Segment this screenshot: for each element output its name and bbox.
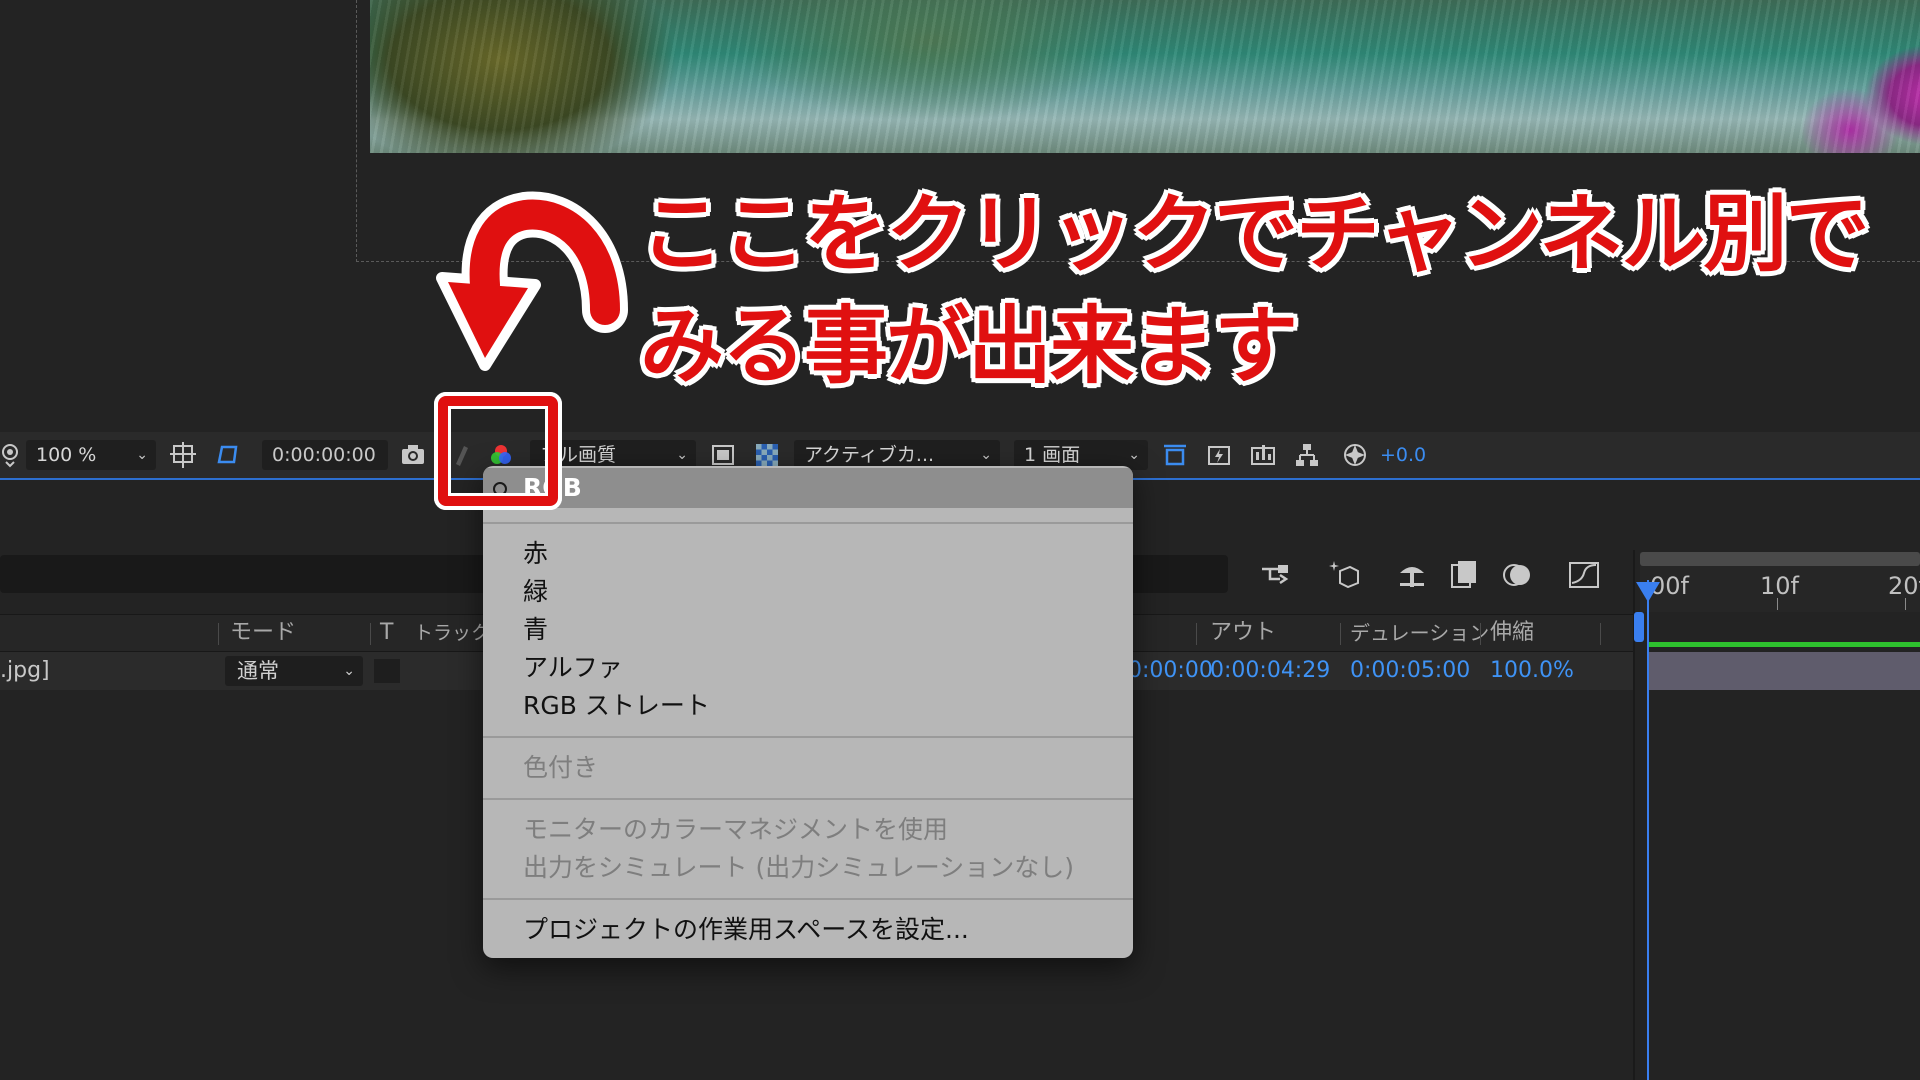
work-area-bar[interactable] <box>1647 642 1920 647</box>
chevron-down-icon: ⌄ <box>136 447 148 463</box>
view-layout-value: 1 画面 <box>1024 444 1081 466</box>
chevron-down-icon: ⌄ <box>343 663 355 679</box>
menu-separator <box>483 736 1133 738</box>
column-separator <box>218 623 219 645</box>
layer-in-time[interactable]: 0:00:00 <box>1128 652 1213 690</box>
ruler-tick <box>1905 598 1906 610</box>
toggle-pixel-aspect-icon[interactable] <box>1162 442 1188 468</box>
camera-snapshot-icon[interactable] <box>400 442 426 468</box>
layer-mode-select[interactable]: 通常 ⌄ <box>225 656 363 686</box>
draft-3d-icon[interactable] <box>1326 557 1362 593</box>
column-separator <box>1340 623 1341 645</box>
annotation-line-1: ここをクリックでチャンネル別で <box>640 185 1869 283</box>
fast-previews-icon[interactable] <box>1206 442 1232 468</box>
column-separator <box>1600 623 1601 645</box>
preserve-transparency-checkbox[interactable] <box>374 659 400 683</box>
annotation-line-2: みる事が出来ます <box>640 297 1298 395</box>
layer-stretch[interactable]: 100.0% <box>1490 652 1574 690</box>
column-t[interactable]: T <box>380 615 393 651</box>
channel-dropdown-menu: RGB 赤 緑 青 アルファ RGB ストレート 色付き モニターのカラーマネジ… <box>483 466 1133 958</box>
menu-separator <box>483 798 1133 800</box>
current-time-field[interactable]: 0:00:00:00 <box>262 440 388 470</box>
menu-item-monitor-color-management: モニターのカラーマネジメントを使用 <box>523 815 949 844</box>
always-preview-icon[interactable] <box>0 442 26 468</box>
layer-out-time[interactable]: 0:00:04:29 <box>1210 652 1330 690</box>
region-of-interest-icon[interactable] <box>710 442 736 468</box>
column-mode[interactable]: モード <box>230 615 296 651</box>
composition-mini-flowchart-icon[interactable] <box>1258 557 1294 593</box>
menu-separator <box>483 898 1133 900</box>
layer-duration-bar[interactable] <box>1647 652 1920 690</box>
composition-image-lake-landscape <box>370 0 1920 153</box>
time-navigator-bar[interactable] <box>1640 552 1920 566</box>
ruler-label: 20f <box>1888 572 1920 600</box>
graph-editor-icon[interactable] <box>1566 557 1602 593</box>
menu-item-blue[interactable]: 青 <box>523 612 548 648</box>
motion-blur-icon[interactable] <box>1500 557 1536 593</box>
menu-separator <box>483 522 1133 524</box>
menu-item-green[interactable]: 緑 <box>523 574 548 610</box>
comp-flowchart-icon[interactable] <box>1294 442 1320 468</box>
chevron-down-icon: ⌄ <box>1128 447 1140 463</box>
ruler-label: 10f <box>1760 572 1799 600</box>
timeline-icon[interactable] <box>1250 442 1276 468</box>
playhead-line[interactable] <box>1647 580 1649 1080</box>
zoom-select[interactable]: 100 % ⌄ <box>26 440 156 470</box>
column-out[interactable]: アウト <box>1210 615 1276 651</box>
annotation-callout: ここをクリックでチャンネル別で みる事が出来ます <box>640 178 1869 402</box>
column-separator <box>370 623 371 645</box>
current-timecode: 0:00:00:00 <box>272 444 376 466</box>
transparency-grid-icon[interactable] <box>754 442 780 468</box>
exposure-value[interactable]: +0.0 <box>1380 440 1426 470</box>
layer-duration[interactable]: 0:00:05:00 <box>1350 652 1470 690</box>
active-camera-value: アクティブカ... <box>804 444 935 466</box>
zoom-value: 100 % <box>36 444 97 466</box>
menu-item-red[interactable]: 赤 <box>523 536 548 572</box>
menu-item-alpha[interactable]: アルファ <box>523 650 623 686</box>
column-duration[interactable]: デュレーション <box>1350 615 1489 651</box>
column-separator <box>1480 623 1481 645</box>
menu-item-project-working-space[interactable]: プロジェクトの作業用スペースを設定... <box>523 912 969 948</box>
playhead-handle[interactable] <box>1636 582 1660 602</box>
column-stretch[interactable]: 伸縮 <box>1490 615 1534 651</box>
menu-item-rgb-straight[interactable]: RGB ストレート <box>523 688 710 724</box>
curved-arrow-annotation <box>436 191 628 371</box>
layer-name[interactable]: .jpg] <box>0 652 50 690</box>
safe-margins-grid-icon[interactable] <box>170 442 196 468</box>
frame-blending-icon[interactable] <box>1446 557 1482 593</box>
ruler-tick <box>1777 598 1778 610</box>
menu-item-colorize: 色付き <box>523 753 599 782</box>
column-separator <box>1196 623 1197 645</box>
work-area-start-handle[interactable] <box>1634 612 1644 642</box>
layer-mode-value: 通常 <box>237 659 279 683</box>
highlight-box-annotation <box>434 392 562 510</box>
reset-exposure-icon[interactable] <box>1342 442 1368 468</box>
menu-item-simulate-output: 出力をシミュレート (出力シミュレーションなし) <box>523 853 1074 882</box>
shy-layers-icon[interactable] <box>1394 557 1430 593</box>
mask-path-visibility-icon[interactable] <box>214 442 240 468</box>
